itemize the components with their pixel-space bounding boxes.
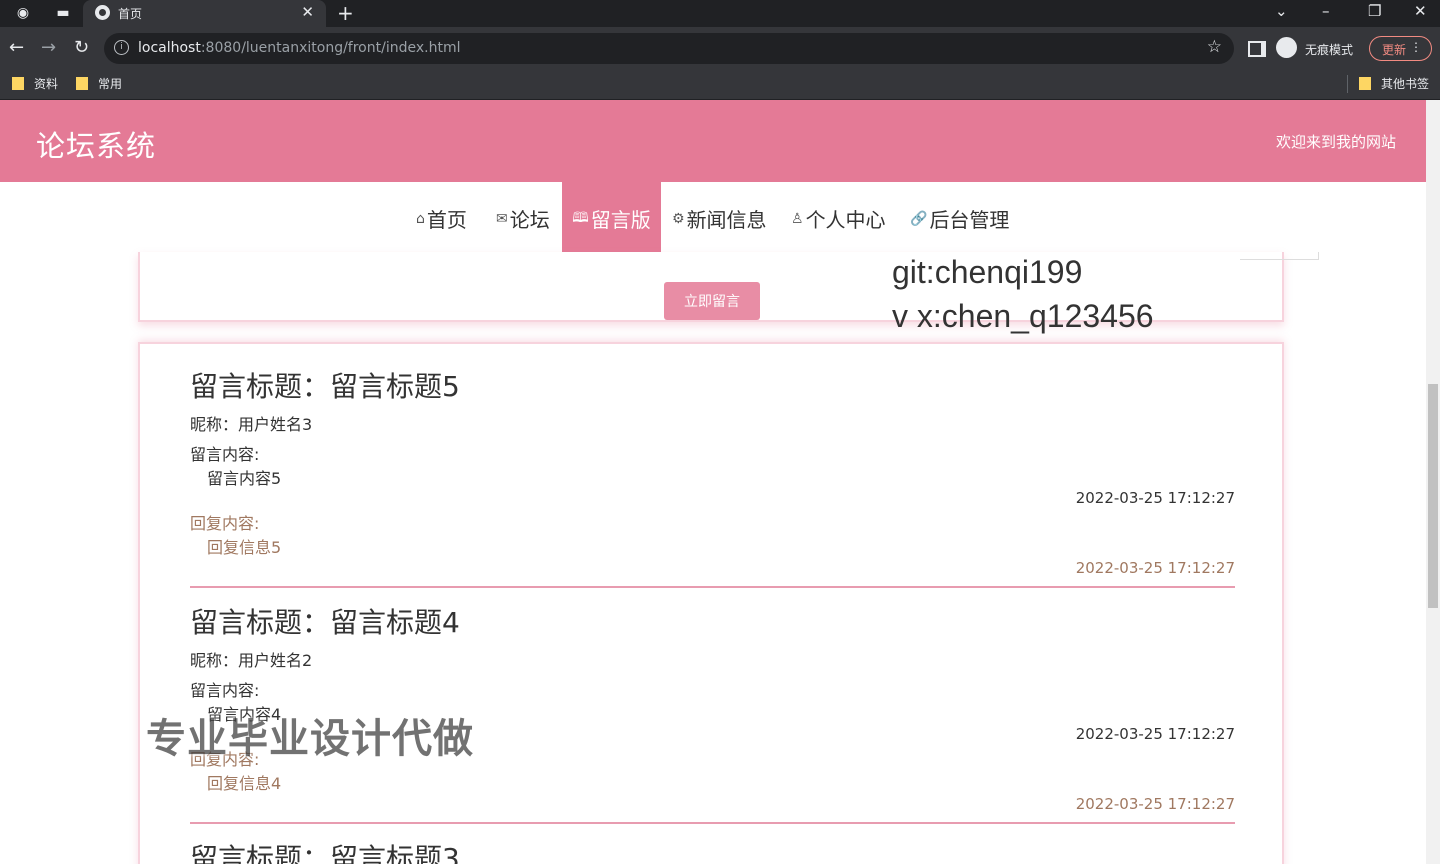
nav-profile[interactable]: ♙ 个人中心 [791, 182, 886, 255]
url-host: localhost [138, 40, 201, 56]
message-time: 2022-03-25 17:12:27 [1075, 725, 1235, 743]
tab-close-icon[interactable]: ✕ [301, 3, 314, 21]
nav-admin-label: 后台管理 [929, 208, 1010, 232]
folder-icon [1359, 77, 1371, 90]
message-title: 留言标题：留言标题3 [190, 842, 460, 864]
message-title: 留言标题：留言标题4 [190, 606, 460, 639]
globe-icon[interactable]: ◉ [14, 4, 32, 22]
incognito-label: 无痕模式 [1305, 43, 1354, 57]
back-arrow-icon[interactable]: ← [9, 37, 24, 58]
page-scrollbar[interactable] [1426, 100, 1440, 864]
message-time: 2022-03-25 17:12:27 [1075, 489, 1235, 507]
main-nav: ⌂ 首页 ✉ 论坛 🕮 留言版 ⚙ 新闻信息 ♙ 个人中心 🔗 后台管理 [0, 182, 1426, 255]
reply-time: 2022-03-25 17:12:27 [1075, 795, 1235, 813]
browser-toolbar: ← → ↻ i localhost:8080/luentanxitong/fro… [0, 27, 1440, 70]
incognito-icon[interactable] [1276, 37, 1297, 58]
folder-icon [12, 77, 24, 90]
welcome-text: 欢迎来到我的网站 [1275, 133, 1396, 151]
bookmarks-bar: 资料 常用 其他书签 [0, 70, 1440, 100]
watermark-text: 专业毕业设计代做 [146, 716, 474, 762]
forward-arrow-icon[interactable]: → [41, 37, 56, 58]
bookmarks-divider [1347, 75, 1348, 93]
site-title: 论坛系统 [36, 129, 157, 163]
message-content: 留言内容5 [207, 469, 282, 488]
folder-icon [76, 77, 88, 90]
envelope-icon: ✉ [496, 210, 508, 227]
user-icon: ♙ [791, 210, 804, 227]
nav-message-board[interactable]: 🕮 留言版 [562, 182, 661, 255]
bookmark-label: 常用 [98, 77, 123, 91]
message-content-label: 留言内容: [190, 445, 260, 464]
tab-search-icon[interactable]: ▬ [54, 4, 72, 22]
more-menu-icon[interactable]: ⋮ [1410, 40, 1422, 54]
nav-news-label: 新闻信息 [686, 208, 767, 232]
overlay-git-line: git:chenqi199 [892, 254, 1083, 290]
news-icon: ⚙ [672, 210, 685, 227]
browser-tab[interactable]: 首页 ✕ [83, 0, 326, 27]
url-path: :8080/luentanxitong/front/index.html [200, 40, 461, 56]
link-icon: 🔗 [910, 210, 928, 227]
side-panel-icon[interactable] [1248, 41, 1266, 57]
message-textarea[interactable] [1240, 252, 1319, 260]
overlay-wx-line: v x:chen_q123456 [892, 298, 1154, 334]
tab-list-chevron-icon[interactable]: ⌄ [1275, 2, 1288, 20]
nav-admin[interactable]: 🔗 后台管理 [910, 182, 1009, 255]
bookmark-label: 其他书签 [1381, 77, 1430, 91]
nav-forum-label: 论坛 [509, 208, 550, 232]
message-nickname: 昵称：用户姓名2 [190, 651, 313, 670]
update-button[interactable]: 更新 ⋮ [1369, 36, 1432, 61]
nav-news[interactable]: ⚙ 新闻信息 [672, 182, 767, 255]
reload-icon[interactable]: ↻ [74, 37, 89, 58]
reply-content: 回复信息5 [207, 538, 282, 557]
tab-title: 首页 [118, 7, 143, 21]
message-title: 留言标题：留言标题5 [190, 370, 460, 403]
browser-tab-strip: ◉ ▬ 首页 ✕ + ⌄ – ❐ ✕ [0, 0, 1440, 27]
message-nickname: 昵称：用户姓名3 [190, 415, 313, 434]
address-url[interactable]: localhost:8080/luentanxitong/front/index… [138, 40, 460, 56]
nav-profile-label: 个人中心 [805, 208, 886, 232]
restore-icon[interactable]: ❐ [1368, 2, 1381, 20]
reply-label: 回复内容: [190, 514, 260, 533]
address-bar[interactable]: i localhost:8080/luentanxitong/front/ind… [104, 33, 1234, 64]
message-content-label: 留言内容: [190, 681, 260, 700]
submit-message-button[interactable]: 立即留言 [664, 282, 760, 320]
bookmark-folder-ziliao[interactable]: 资料 [12, 75, 58, 92]
message-divider [190, 586, 1235, 588]
new-tab-icon[interactable]: + [337, 1, 354, 25]
bookmark-folder-changyong[interactable]: 常用 [76, 75, 122, 92]
window-close-icon[interactable]: ✕ [1414, 2, 1427, 20]
minimize-icon[interactable]: – [1322, 2, 1330, 20]
message-divider [190, 822, 1235, 824]
reply-time: 2022-03-25 17:12:27 [1075, 559, 1235, 577]
bookmark-folder-other[interactable]: 其他书签 [1359, 75, 1429, 92]
bookmark-label: 资料 [34, 77, 59, 91]
book-icon: 🕮 [572, 209, 589, 226]
tab-favicon-icon [95, 5, 110, 20]
home-icon: ⌂ [416, 210, 425, 227]
reply-content: 回复信息4 [207, 774, 282, 793]
site-info-icon[interactable]: i [114, 40, 129, 55]
bookmark-star-icon[interactable]: ☆ [1207, 37, 1222, 57]
nav-home[interactable]: ⌂ 首页 [416, 182, 467, 255]
update-label: 更新 [1382, 43, 1407, 57]
site-header: 论坛系统 欢迎来到我的网站 [0, 100, 1426, 182]
video-overlay-contact: git:chenqi199 v x:chen_q123456 [892, 250, 1154, 338]
nav-forum[interactable]: ✉ 论坛 [496, 182, 550, 255]
scrollbar-thumb[interactable] [1428, 384, 1438, 608]
nav-home-label: 首页 [426, 208, 467, 232]
message-list-card: 留言标题：留言标题5 昵称：用户姓名3 留言内容: 留言内容5 2022-03-… [138, 342, 1284, 864]
nav-message-board-label: 留言版 [590, 208, 651, 232]
page-viewport: 论坛系统 欢迎来到我的网站 ⌂ 首页 ✉ 论坛 🕮 留言版 ⚙ 新闻信息 ♙ 个人中心 🔗… [0, 100, 1426, 864]
